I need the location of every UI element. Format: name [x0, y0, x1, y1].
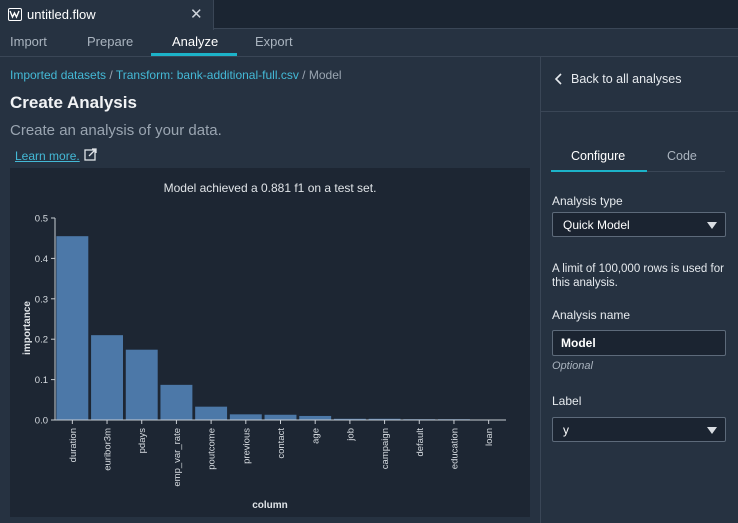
bar-previous: [229, 414, 262, 420]
tab-configure[interactable]: Configure: [571, 149, 625, 163]
y-tick-label: 0.0: [35, 416, 48, 427]
optional-hint: Optional: [552, 360, 593, 372]
x-tick-label: euribor3m: [103, 428, 114, 471]
analysis-type-value: Quick Model: [563, 218, 630, 232]
analysis-name-input[interactable]: [552, 330, 726, 356]
row-limit-note: A limit of 100,000 rows is used for this…: [552, 263, 724, 289]
chart-panel: Model achieved a 0.881 f1 on a test set.…: [10, 168, 530, 517]
breadcrumb-separator: /: [298, 68, 309, 82]
bar-poutcome: [195, 406, 228, 420]
analysis-type-label: Analysis type: [552, 194, 623, 208]
right-panel: Back to all analyses Configure Code Anal…: [540, 57, 738, 523]
y-tick-label: 0.4: [35, 254, 48, 265]
bar-emp_var_rate: [160, 384, 193, 420]
y-tick-label: 0.1: [35, 375, 48, 386]
breadcrumb: Imported datasets / Transform: bank-addi…: [10, 68, 342, 82]
file-tab-label: untitled.flow: [27, 7, 96, 22]
chart-marks: 0.0 0.1 0.2 0.3 0.4 0.5 duration euribor3m pdays…: [35, 214, 506, 487]
y-axis-label: importance: [22, 301, 33, 355]
x-axis-label: column: [252, 500, 288, 511]
caret-down-icon: [707, 427, 717, 434]
bar-duration: [56, 236, 89, 420]
bar-contact: [264, 414, 297, 420]
page-title: Create Analysis: [10, 93, 137, 112]
x-tick-label: emp_var_rate: [172, 428, 183, 487]
y-tick-label: 0.2: [35, 335, 48, 346]
chevron-left-icon[interactable]: [554, 73, 562, 85]
analysis-type-select[interactable]: Quick Model: [552, 212, 726, 237]
label-select[interactable]: y: [552, 417, 726, 442]
x-tick-label: duration: [68, 428, 79, 462]
bar-pdays: [125, 349, 158, 420]
back-to-analyses-link[interactable]: Back to all analyses: [571, 72, 681, 86]
x-tick-label: age: [311, 428, 322, 444]
active-tab-indicator: [551, 170, 647, 172]
main-tabs: Import Prepare Analyze Export: [0, 29, 738, 57]
feature-importance-chart: Model achieved a 0.881 f1 on a test set.…: [22, 181, 506, 511]
breadcrumb-imported-datasets[interactable]: Imported datasets: [10, 68, 106, 82]
tab-code[interactable]: Code: [667, 149, 697, 163]
tab-analyze[interactable]: Analyze: [172, 34, 218, 49]
flow-file-icon: [8, 8, 22, 21]
x-tick-label: contact: [276, 428, 287, 459]
x-tick-label: poutcome: [207, 428, 218, 470]
bar-age: [299, 415, 332, 420]
analysis-name-label: Analysis name: [552, 308, 631, 322]
x-tick-label: campaign: [380, 428, 391, 469]
file-tab[interactable]: untitled.flow ✕: [0, 0, 214, 30]
label-value: y: [563, 423, 569, 437]
y-tick-label: 0.3: [35, 294, 48, 305]
tab-export[interactable]: Export: [255, 34, 293, 49]
breadcrumb-separator: /: [106, 68, 116, 82]
chart-title: Model achieved a 0.881 f1 on a test set.: [164, 181, 377, 195]
title-bar: untitled.flow ✕: [0, 0, 738, 30]
y-tick-label: 0.5: [35, 214, 48, 225]
caret-down-icon: [707, 222, 717, 229]
page-subtitle: Create an analysis of your data.: [10, 122, 222, 139]
x-tick-label: loan: [484, 428, 495, 446]
x-tick-label: default: [415, 428, 426, 457]
external-link-icon[interactable]: [84, 148, 97, 161]
learn-more-link[interactable]: Learn more.: [15, 149, 80, 163]
panel-divider: [541, 111, 738, 112]
x-tick-label: pdays: [137, 428, 148, 454]
active-tab-indicator: [151, 53, 237, 56]
x-tick-label: previous: [241, 428, 252, 464]
tab-import[interactable]: Import: [10, 34, 47, 49]
close-tab-icon[interactable]: ✕: [190, 5, 203, 23]
tab-prepare[interactable]: Prepare: [87, 34, 133, 49]
label-field-label: Label: [552, 394, 582, 408]
x-tick-label: education: [449, 428, 460, 469]
bar-euribor3m: [91, 335, 123, 420]
x-tick-label: job: [345, 428, 356, 442]
breadcrumb-current: Model: [308, 68, 342, 82]
breadcrumb-transform[interactable]: Transform: bank-additional-full.csv: [116, 68, 299, 82]
